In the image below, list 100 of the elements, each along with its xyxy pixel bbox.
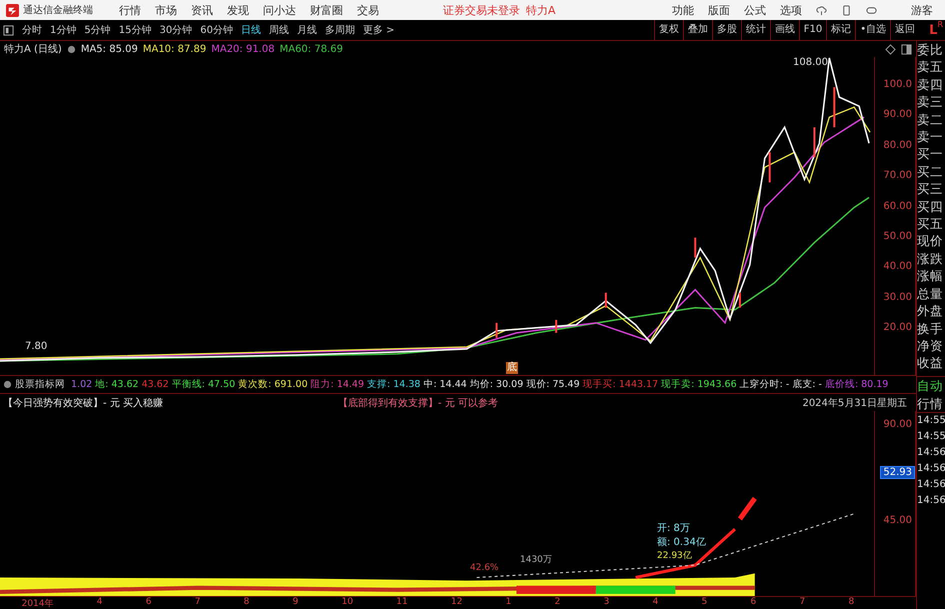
indicator-value: -: [786, 379, 790, 390]
quote-field-label: 买四: [917, 198, 944, 216]
menu-item[interactable]: 交易: [357, 2, 379, 18]
quote-field-label: 卖四: [917, 76, 944, 94]
quote-field-label: 委比: [917, 41, 944, 58]
indicator-value: -: [818, 379, 822, 390]
price-axis-label: 50.00: [883, 230, 913, 242]
date-axis-label: 12: [450, 597, 462, 609]
toolbar-button[interactable]: •自选: [855, 20, 890, 40]
indicator-value: 中:: [423, 378, 437, 391]
indicator-value: 1443.17: [618, 379, 658, 390]
menu-item[interactable]: 问小达: [263, 2, 296, 18]
indicator-value: 阻力:: [310, 378, 334, 391]
menu-item[interactable]: 功能: [672, 2, 694, 18]
corner-label: L: [929, 22, 938, 38]
date-axis-label: 6: [750, 597, 756, 609]
indicator-value: 黄次数:: [238, 378, 272, 391]
corner-label: R: [937, 20, 943, 29]
toolbar-button[interactable]: 画线: [770, 20, 799, 40]
quote-field-label: 买五: [917, 215, 944, 232]
menu-item[interactable]: 选项: [780, 2, 802, 18]
period-tab[interactable]: 30分钟: [159, 23, 192, 37]
date-axis-label: 3: [604, 597, 610, 609]
cloud-icon[interactable]: [816, 4, 827, 16]
trade-time: 14:55: [917, 414, 945, 428]
menu-item[interactable]: 公式: [744, 2, 766, 18]
date-axis-label: 1: [506, 597, 512, 609]
period-tab[interactable]: 分时: [22, 23, 42, 37]
trade-time: 14:55: [917, 430, 945, 444]
bottom-marker: 底: [506, 362, 518, 374]
menu-item[interactable]: 版面: [708, 2, 730, 18]
login-notice[interactable]: 证券交易未登录: [443, 2, 520, 18]
indicator-value: 47.50: [208, 379, 236, 390]
quote-field-label: 总量: [917, 284, 944, 302]
mode-label[interactable]: 自动: [917, 376, 945, 395]
panel-icon[interactable]: [3, 24, 14, 36]
date-axis-label: 10: [342, 597, 354, 609]
menu-item[interactable]: 发现: [227, 2, 249, 18]
quote-field-label: 卖三: [917, 93, 944, 111]
date-axis-label: 9: [292, 597, 298, 609]
quote-field-label: 净资: [917, 336, 944, 354]
moving-average-value: MA5: 85.09: [80, 44, 138, 54]
amount-note: 22.93亿: [657, 549, 692, 562]
period-tab[interactable]: 月线: [296, 23, 317, 37]
quote-field-label: 涨幅: [917, 267, 944, 285]
period-tab[interactable]: 周线: [268, 23, 289, 37]
quote-field-label: 收益: [917, 354, 944, 372]
period-tab[interactable]: 60分钟: [200, 23, 233, 37]
indicator-value: 1.02: [71, 379, 92, 390]
period-tab[interactable]: 多周期: [324, 23, 355, 37]
phone-icon[interactable]: [841, 4, 852, 16]
trade-time: 14:56: [917, 478, 945, 492]
window-icon[interactable]: [901, 44, 912, 54]
menu-item[interactable]: 行情: [119, 2, 141, 18]
diamond-icon[interactable]: [885, 44, 896, 54]
price-axis-label: 20.00: [883, 322, 913, 333]
date-axis-label: 8: [244, 597, 250, 609]
period-tab[interactable]: 15分钟: [118, 23, 152, 37]
price-axis-label: 80.00: [883, 140, 913, 151]
moving-average-value: MA20: 91.08: [211, 44, 275, 54]
signal-text: 【底部得到有效支撑】- 元 可以参考: [338, 396, 498, 410]
date-axis-label: 7: [194, 597, 200, 609]
price-axis-label: 30.00: [883, 292, 913, 303]
message-icon[interactable]: [866, 4, 877, 16]
toolbar-button[interactable]: 复权: [654, 20, 683, 40]
indicator-name[interactable]: 股票指标网: [15, 378, 65, 391]
trade-time: 14:56: [917, 446, 945, 460]
mode-label[interactable]: 行情: [917, 394, 945, 412]
indicator-value: 平衡线:: [172, 378, 205, 391]
period-tab[interactable]: 日线: [240, 23, 261, 37]
date-axis-label: 4: [96, 597, 102, 609]
toolbar-button[interactable]: F10: [798, 20, 826, 40]
period-tab[interactable]: 1分钟: [50, 23, 76, 37]
price-axis-label: 60.00: [883, 200, 913, 212]
date-axis-label: 5: [702, 597, 708, 609]
menu-item[interactable]: 财富圈: [310, 2, 343, 18]
toolbar-button[interactable]: 标记: [826, 20, 856, 40]
toolbar-button[interactable]: 多股: [712, 20, 741, 40]
toolbar-button[interactable]: 叠加: [682, 20, 712, 40]
date-axis-label: 2014年: [22, 598, 54, 609]
toolbar-button[interactable]: 返回: [890, 20, 920, 40]
user-name[interactable]: 游客: [911, 2, 933, 18]
period-tab[interactable]: 更多 >: [362, 23, 395, 37]
quote-field-label: 买二: [917, 162, 944, 180]
date-axis-label: 4: [652, 597, 658, 609]
indicator-value: 底支:: [792, 378, 816, 391]
trade-time: 14:56: [917, 462, 945, 476]
stock-name: 特力A: [526, 2, 556, 18]
date-axis-label: 2: [554, 597, 560, 609]
quote-field-label: 买一: [917, 145, 944, 163]
current-value-badge: 52.93: [880, 466, 915, 479]
toolbar-button[interactable]: 统计: [740, 20, 770, 40]
indicator-axis-label: 90.00: [883, 419, 913, 430]
menu-item[interactable]: 市场: [155, 2, 177, 18]
menu-item[interactable]: 资讯: [191, 2, 213, 18]
period-tab[interactable]: 5分钟: [84, 23, 111, 37]
price-axis-label: 90.00: [883, 109, 913, 120]
quote-field-label: 卖五: [917, 58, 944, 76]
indicator-value: 支撑:: [367, 378, 390, 391]
moving-average-value: MA60: 78.69: [280, 44, 343, 54]
